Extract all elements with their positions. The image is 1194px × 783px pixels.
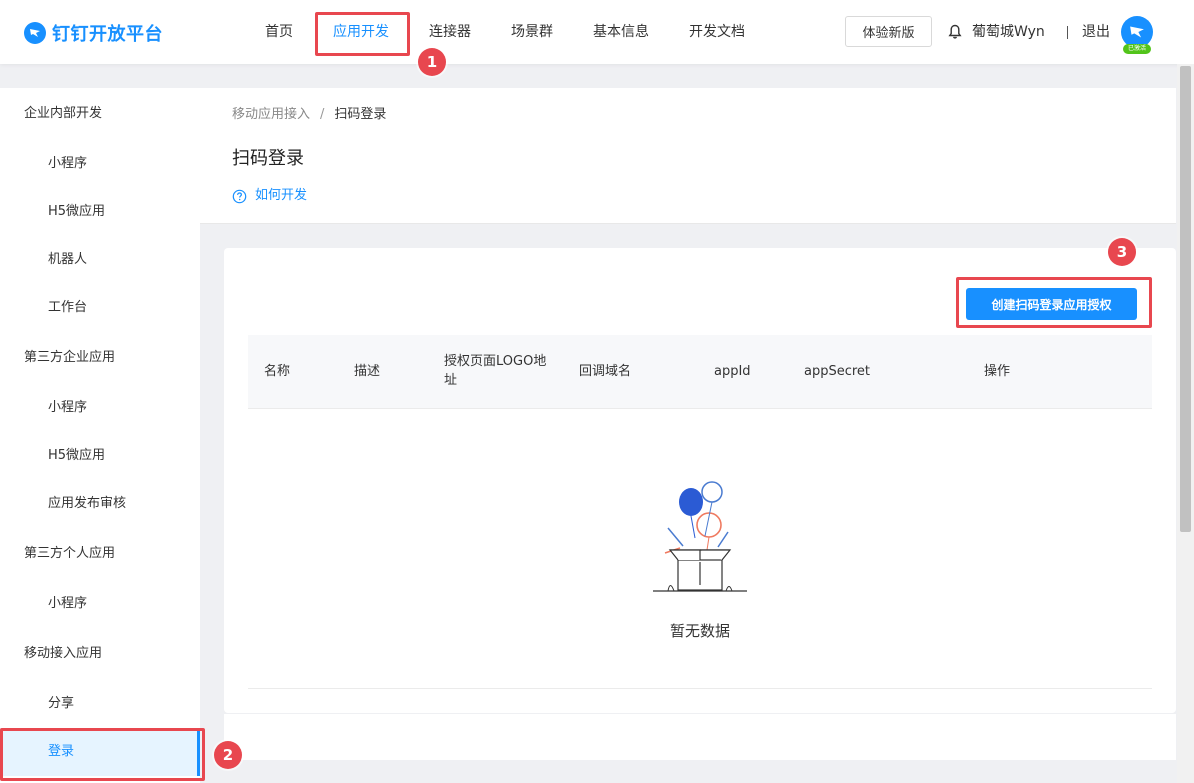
status-badge: 已激活 [1123, 44, 1151, 54]
highlight-box-create-button [956, 277, 1152, 328]
empty-box-balloons-icon [653, 481, 747, 592]
sidebar-item-miniapp[interactable]: 小程序 [0, 140, 200, 188]
nav-dev-docs[interactable]: 开发文档 [689, 22, 745, 42]
logout-link[interactable]: 退出 [1082, 22, 1110, 42]
breadcrumb-separator: / [320, 107, 325, 122]
breadcrumb-item-current: 扫码登录 [334, 107, 387, 122]
column-header-logo-url: 授权页面LOGO地址 [444, 354, 547, 388]
dingtalk-logo-icon [24, 22, 46, 44]
highlight-box-sidebar-login [0, 728, 205, 781]
nav-home[interactable]: 首页 [265, 22, 293, 42]
nav-scene-group[interactable]: 场景群 [511, 22, 553, 42]
highlight-box-nav [315, 12, 410, 56]
top-header: 钉钉开放平台 首页 应用开发 连接器 场景群 基本信息 开发文档 体验新版 葡萄… [0, 0, 1194, 64]
empty-state-text: 暂无数据 [669, 622, 730, 640]
nav-basic-info[interactable]: 基本信息 [593, 22, 649, 42]
column-header-name: 名称 [264, 364, 291, 379]
sidebar-group-mobile-access[interactable]: 移动接入应用 [0, 630, 200, 678]
breadcrumb-item-mobile-access[interactable]: 移动应用接入 [232, 107, 310, 122]
sidebar: 企业内部开发 小程序 H5微应用 机器人 工作台 第三方企业应用 小程序 H5微… [0, 88, 200, 783]
sidebar-item-third-h5[interactable]: H5微应用 [0, 432, 200, 480]
column-header-appid: appId [714, 364, 751, 379]
sidebar-item-share[interactable]: 分享 [0, 680, 200, 728]
dingtalk-logo[interactable]: 钉钉开放平台 [24, 20, 163, 46]
sidebar-group-third-party-enterprise[interactable]: 第三方企业应用 [0, 334, 200, 382]
column-header-actions: 操作 [984, 364, 1011, 379]
sidebar-item-personal-miniapp[interactable]: 小程序 [0, 580, 200, 628]
help-link-label: 如何开发 [255, 188, 308, 203]
sidebar-item-robot[interactable]: 机器人 [0, 236, 200, 284]
sidebar-item-h5[interactable]: H5微应用 [0, 188, 200, 236]
bell-icon[interactable] [948, 24, 962, 40]
annotation-badge-3: 3 [1108, 238, 1136, 266]
nav-connector[interactable]: 连接器 [429, 22, 471, 42]
sidebar-item-third-miniapp[interactable]: 小程序 [0, 384, 200, 432]
sidebar-group-internal[interactable]: 企业内部开发 [0, 90, 200, 138]
how-to-develop-link[interactable]: 如何开发 [232, 187, 307, 205]
sidebar-item-workbench[interactable]: 工作台 [0, 284, 200, 332]
sidebar-item-app-review[interactable]: 应用发布审核 [0, 480, 200, 528]
question-circle-icon [232, 189, 247, 203]
header-divider [1067, 26, 1068, 39]
annotation-badge-2: 2 [214, 741, 242, 769]
username[interactable]: 葡萄城Wyn [972, 22, 1045, 42]
column-header-appsecret: appSecret [804, 364, 871, 379]
try-new-version-button[interactable]: 体验新版 [845, 16, 932, 47]
table-bottom-divider [248, 688, 1152, 689]
scrollbar-thumb[interactable] [1180, 66, 1191, 532]
page-title: 扫码登录 [232, 148, 304, 169]
page-header-panel: 移动应用接入 / 扫码登录 扫码登录 如何开发 [200, 88, 1176, 224]
annotation-badge-1: 1 [418, 48, 446, 76]
logo-text: 钉钉开放平台 [52, 24, 163, 45]
table-header: 名称 描述 授权页面LOGO地址 回调域名 appId appSecret 操作 [248, 335, 1152, 409]
content-card-footer [224, 714, 1176, 760]
sidebar-group-third-party-personal[interactable]: 第三方个人应用 [0, 530, 200, 578]
column-header-callback-domain: 回调域名 [579, 364, 632, 379]
column-header-description: 描述 [354, 364, 381, 379]
breadcrumb: 移动应用接入 / 扫码登录 [232, 106, 386, 124]
